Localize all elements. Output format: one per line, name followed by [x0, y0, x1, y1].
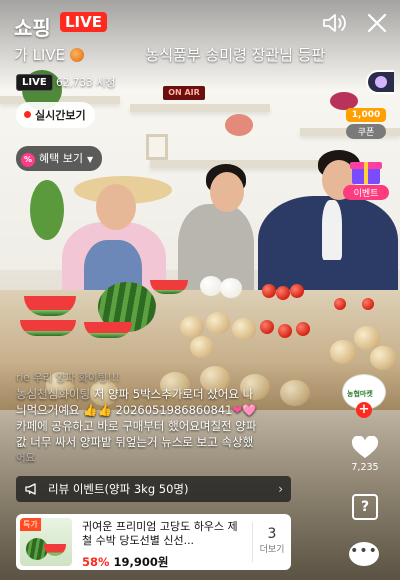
review-event-banner[interactable]: 리뷰 이벤트(양파 3kg 50명) ›	[16, 476, 291, 502]
chat-message-faded: rie 우리 양파 화이팅!!!	[16, 372, 120, 384]
realtime-view-label: 실시간보기	[35, 109, 86, 122]
follow-plus-button[interactable]: +	[356, 402, 372, 418]
tomato	[290, 284, 304, 298]
chat-text: 늬먹으거예요 👍👍	[16, 403, 112, 417]
onion	[232, 318, 256, 340]
guest-center-face	[210, 172, 244, 212]
gift-icon	[348, 156, 384, 184]
product-price: 19,900원	[113, 555, 169, 569]
chat-text: 카페에 공유하고 바로 구매부터 했어요며칠전 양파	[16, 419, 257, 433]
wall-shelf	[130, 104, 270, 112]
live-dot-icon	[24, 111, 31, 118]
chat-message-cont: 늬먹으거예요 👍👍 2026051986860841❤🩷	[16, 402, 296, 418]
more-products-button[interactable]: 3 더보기	[254, 526, 290, 555]
more-products-count: 3	[267, 526, 277, 542]
close-icon[interactable]	[366, 12, 388, 34]
tomato	[262, 284, 276, 298]
side-panel-toggle[interactable]	[366, 70, 394, 94]
flower-decor	[225, 114, 253, 136]
onion	[180, 316, 204, 338]
viewer-count: 62,733 시청	[56, 77, 116, 89]
host-left-face	[96, 184, 136, 230]
chat-message: 농심천심화이팅 저 양파 5박스추가로더 샀어요 나	[16, 386, 296, 402]
live-tag: LIVE	[60, 12, 107, 32]
tomato	[276, 286, 290, 300]
chat-feed: rie 우리 양파 화이팅!!! 농심천심화이팅 저 양파 5박스추가로더 샀어…	[16, 370, 296, 466]
event-label: 이벤트	[343, 185, 389, 200]
chevron-down-icon: ▼	[86, 155, 94, 164]
tomato	[278, 324, 292, 338]
onion-white	[200, 276, 222, 296]
product-name: 귀여운 프리미엄 고당도 하우스 제철 수박 당도선별 신선...	[82, 520, 238, 547]
chat-order-id: 2026051986860841	[115, 403, 233, 417]
more-products-label: 더보기	[259, 545, 285, 555]
benefit-view-label: 혜택 보기	[39, 152, 83, 165]
onion-white	[220, 278, 242, 298]
tomato	[362, 298, 374, 310]
review-event-label: 리뷰 이벤트(양파 3kg 50명)	[48, 482, 189, 496]
plant-decor	[30, 180, 64, 240]
chat-text: 어요	[16, 452, 36, 464]
product-price-row: 58% 19,900원	[82, 551, 169, 570]
app-brand: 쇼핑	[14, 16, 51, 40]
coupon-amount: 1,000	[346, 108, 386, 122]
chat-text: 저 양파 5박스추가로더 샀어요 나	[93, 387, 254, 401]
tomato	[260, 320, 274, 334]
watermelon-slice	[20, 320, 76, 336]
percent-icon: %	[21, 153, 35, 167]
product-card[interactable]: 특가 귀여운 프리미엄 고당도 하우스 제철 수박 당도선별 신선... 58%…	[16, 514, 291, 570]
picture-frame	[146, 134, 168, 160]
divider	[252, 522, 253, 562]
discount-rate: 58%	[82, 555, 110, 569]
chevron-right-icon: ›	[278, 482, 283, 496]
megaphone-icon	[25, 483, 36, 495]
broadcast-title: 가 LIVE 농식품부 송미령 장관님 등판	[14, 44, 386, 65]
onion	[206, 312, 230, 334]
side-panel-icon	[375, 76, 387, 88]
like-count: 7,235	[351, 462, 379, 473]
realtime-view-button[interactable]: 실시간보기	[16, 102, 95, 128]
broadcast-title-left: 가 LIVE	[14, 46, 66, 64]
onion	[190, 336, 214, 358]
tomato	[334, 298, 346, 310]
chat-bubble-icon[interactable]: •••	[349, 542, 379, 566]
chat-username: 농심천심화이팅	[16, 387, 91, 401]
tomato	[296, 322, 310, 336]
special-price-tag: 특가	[20, 518, 41, 531]
broadcast-title-right: 농식품부 송미령 장관님 등판	[145, 46, 326, 64]
coupon-label: 쿠폰	[346, 124, 386, 139]
benefit-view-button[interactable]: % 혜택 보기 ▼	[16, 146, 103, 171]
shop-name: 농협마켓	[347, 390, 373, 398]
speaker-icon[interactable]	[322, 12, 348, 34]
host-right-shirt	[322, 200, 342, 260]
heart-icon[interactable]	[351, 436, 379, 460]
question-icon[interactable]: ?	[352, 494, 378, 520]
heart-emoji-icon: ❤🩷	[232, 403, 257, 417]
chat-text: 값 너무 싸서 양파밭 뒤엎는거 뉴스로 보고 속상했	[16, 435, 254, 449]
live-badge: LIVE	[16, 74, 53, 91]
onion-icon	[69, 48, 84, 62]
coupon-button[interactable]: 1,000 쿠폰	[346, 108, 386, 139]
product-thumbnail: 특가	[20, 518, 72, 566]
event-button[interactable]: 이벤트	[343, 156, 389, 200]
